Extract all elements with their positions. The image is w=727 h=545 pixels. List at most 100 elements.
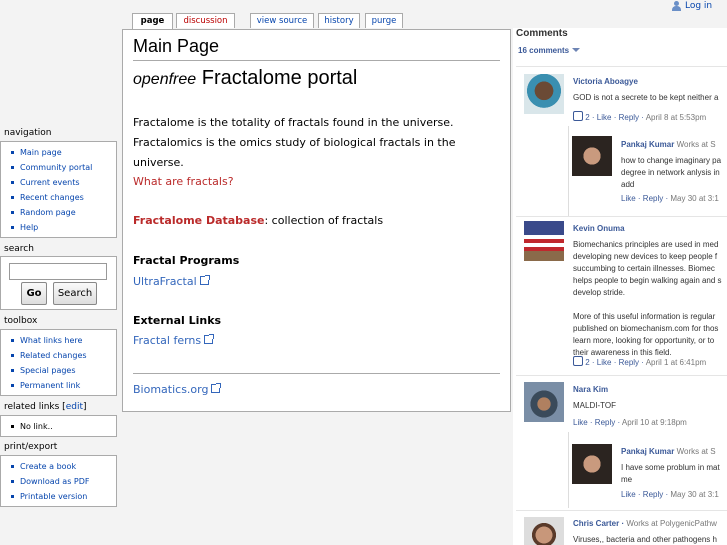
- comment-author[interactable]: Nara Kim: [573, 385, 608, 394]
- search-portlet: Go Search: [0, 256, 117, 310]
- comment-text: GOD is not a secrete to be kept neither …: [573, 93, 719, 102]
- nav-help[interactable]: Help: [9, 220, 116, 235]
- download-pdf-link[interactable]: Download as PDF: [9, 474, 116, 489]
- comments-heading: Comments: [516, 28, 568, 39]
- user-icon: [672, 1, 681, 11]
- comment-author: Pankaj Kumar Works at S: [621, 140, 716, 149]
- reply-link[interactable]: Reply: [643, 194, 663, 203]
- portal-prefix: openfree: [133, 71, 197, 88]
- toolbox-heading: toolbox: [4, 316, 38, 326]
- nav-community-portal[interactable]: Community portal: [9, 160, 116, 175]
- comment-text: MALDI-TOF: [573, 401, 616, 410]
- intro-paragraph: Fractalome is the totality of fractals f…: [133, 116, 456, 169]
- comment-date: April 8 at 5:53pm: [645, 113, 707, 122]
- comment-date: May 30 at 3:1: [670, 194, 719, 203]
- comment-divider: [516, 216, 727, 217]
- search-input[interactable]: [9, 263, 107, 280]
- like-thumb-icon: [573, 111, 583, 121]
- comment-text: how to change imaginary pa degree in net…: [621, 156, 722, 189]
- external-link-icon: [199, 275, 210, 285]
- nav-main-page[interactable]: Main page: [9, 145, 116, 160]
- search-heading: search: [4, 244, 34, 254]
- biomatics-link[interactable]: Biomatics.org: [133, 383, 222, 396]
- what-are-fractals-link[interactable]: What are fractals?: [133, 175, 234, 188]
- avatar: [524, 74, 564, 114]
- print-export-portlet: Create a book Download as PDF Printable …: [0, 455, 117, 507]
- comment-author[interactable]: Kevin Onuma: [573, 224, 625, 233]
- tab-view-source[interactable]: view source: [250, 13, 314, 28]
- biomatics-label: Biomatics.org: [133, 383, 209, 396]
- go-button[interactable]: Go: [21, 282, 47, 305]
- comments-panel: Comments 16 comments Victoria Aboagye GO…: [513, 28, 727, 545]
- comments-count-dropdown[interactable]: 16 comments: [518, 46, 581, 55]
- like-link[interactable]: Like: [621, 490, 636, 499]
- avatar: [524, 221, 564, 261]
- reply-link[interactable]: Reply: [619, 113, 639, 122]
- toolbox-what-links-here[interactable]: What links here: [9, 333, 116, 348]
- page-title: Main Page: [133, 36, 220, 56]
- database-description: : collection of fractals: [264, 214, 384, 227]
- search-button[interactable]: Search: [53, 282, 97, 305]
- comment-date: May 30 at 3:1: [670, 490, 719, 499]
- navigation-heading: navigation: [4, 128, 52, 138]
- content-divider: [133, 373, 500, 374]
- comment-actions: 2 · Like · Reply · April 8 at 5:53pm: [573, 110, 706, 122]
- like-link[interactable]: Like: [621, 194, 636, 203]
- comment-text: Biomechanics principles are used in med …: [573, 240, 722, 357]
- nav-current-events[interactable]: Current events: [9, 175, 116, 190]
- navigation-portlet: Main page Community portal Current event…: [0, 141, 117, 238]
- reply-link[interactable]: Reply: [643, 490, 663, 499]
- ultrafractal-label: UltraFractal: [133, 275, 197, 288]
- print-export-heading: print/export: [4, 442, 58, 452]
- comment-author: Pankaj Kumar Works at S: [621, 447, 716, 456]
- external-links-heading: External Links: [133, 314, 222, 327]
- avatar: [572, 444, 612, 484]
- toolbox-related-changes[interactable]: Related changes: [9, 348, 116, 363]
- login-label: Log in: [685, 1, 713, 11]
- fractalome-database-link[interactable]: Fractalome Database: [133, 214, 264, 227]
- content-area: Main Page openfree Fractalome portal Fra…: [122, 29, 511, 412]
- comment-text: Viruses,, bacteria and other pathogens h: [573, 535, 717, 544]
- comment-author: Chris Carter · Works at PolygenicPathw: [573, 519, 717, 528]
- title-divider: [133, 60, 500, 61]
- comment-divider: [516, 375, 727, 376]
- create-book-link[interactable]: Create a book: [9, 459, 116, 474]
- login-link[interactable]: Log in: [672, 1, 712, 11]
- chevron-down-icon: [572, 48, 581, 52]
- related-link-item: No link..: [9, 419, 116, 434]
- fractal-programs-heading: Fractal Programs: [133, 254, 240, 267]
- reply-thread-line: [568, 126, 569, 216]
- database-line: Fractalome Database: collection of fract…: [133, 214, 383, 227]
- reply-link[interactable]: Reply: [619, 358, 639, 367]
- tab-purge[interactable]: purge: [365, 13, 403, 28]
- comment-actions: Like · Reply · April 10 at 9:18pm: [573, 418, 687, 427]
- toolbox-special-pages[interactable]: Special pages: [9, 363, 116, 378]
- avatar: [572, 136, 612, 176]
- printable-version-link[interactable]: Printable version: [9, 489, 116, 504]
- comment-author[interactable]: Victoria Aboagye: [573, 77, 638, 86]
- nav-random-page[interactable]: Random page: [9, 205, 116, 220]
- like-link[interactable]: Like: [597, 358, 612, 367]
- nav-recent-changes[interactable]: Recent changes: [9, 190, 116, 205]
- toolbox-portlet: What links here Related changes Special …: [0, 329, 117, 396]
- comment-text: I have some problum in mat me: [621, 463, 720, 484]
- fractal-ferns-link[interactable]: Fractal ferns: [133, 334, 215, 347]
- related-links-edit-link[interactable]: edit: [66, 402, 83, 412]
- comment-actions: 2 · Like · Reply · April 1 at 6:41pm: [573, 355, 706, 367]
- like-link[interactable]: Like: [573, 418, 588, 427]
- comment-actions: Like · Reply · May 30 at 3:1: [621, 490, 719, 499]
- related-links-heading: related links [edit]: [4, 402, 87, 412]
- tab-discussion[interactable]: discussion: [176, 13, 235, 28]
- tab-page[interactable]: page: [132, 13, 173, 30]
- reply-thread-line: [568, 432, 569, 508]
- reply-link[interactable]: Reply: [595, 418, 615, 427]
- tab-history[interactable]: history: [318, 13, 360, 28]
- avatar: [524, 517, 564, 545]
- fractal-ferns-label: Fractal ferns: [133, 334, 202, 347]
- external-link-icon: [204, 334, 215, 344]
- ultrafractal-link[interactable]: UltraFractal: [133, 275, 210, 288]
- portal-title: Fractalome portal: [201, 67, 358, 89]
- comments-divider: [516, 66, 727, 67]
- like-link[interactable]: Like: [597, 113, 612, 122]
- toolbox-permanent-link[interactable]: Permanent link: [9, 378, 116, 393]
